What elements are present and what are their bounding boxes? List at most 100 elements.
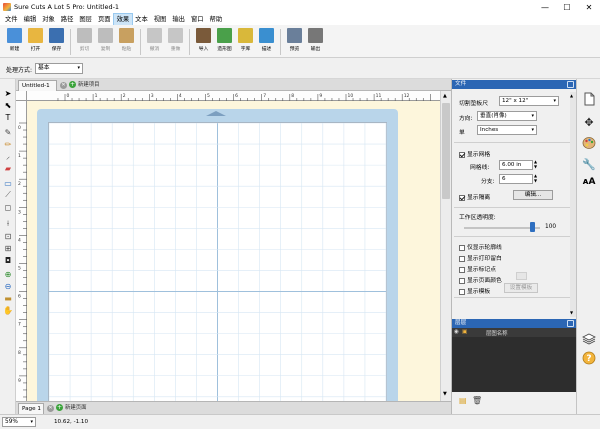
wrench-panel-icon[interactable]: 🔧 [582, 157, 596, 171]
layers-list[interactable] [452, 337, 576, 392]
menu-item[interactable]: 文件 [2, 14, 21, 25]
vertical-scrollbar[interactable]: ▲ ▼ [440, 91, 451, 401]
zoom-in-tool-icon[interactable]: ⊕ [3, 269, 13, 279]
edit-margin-button[interactable]: 编辑... [513, 190, 553, 200]
layers-panel-icon[interactable] [582, 332, 596, 346]
toolbar-button[interactable]: 重做 [165, 27, 186, 57]
ruler-label: 12 [404, 93, 410, 99]
minimize-button[interactable]: — [534, 0, 556, 14]
show-grid-checkbox[interactable]: 显示网格 [459, 149, 490, 158]
weld-tool-icon[interactable]: ⊡ [3, 231, 13, 241]
help-icon[interactable]: ? [582, 351, 596, 365]
scrollbar-thumb[interactable] [442, 103, 450, 199]
text-tool-icon[interactable]: T [3, 112, 13, 122]
delete-layer-icon[interactable]: 🗑 [472, 396, 482, 405]
menu-item[interactable]: 文本 [132, 14, 151, 25]
close-button[interactable]: ✕ [578, 0, 600, 14]
toolbar-button[interactable]: 预览 [284, 27, 305, 57]
move-panel-icon[interactable]: ✥ [582, 115, 596, 129]
measure-tool-icon[interactable]: ▬ [3, 293, 13, 303]
knife-tool-icon[interactable]: ⟋ [3, 190, 13, 200]
page-workspace[interactable] [48, 122, 387, 401]
display-option-checkbox[interactable]: 仅显示轮廓线 [459, 242, 502, 251]
display-option-checkbox[interactable]: 显示打印留白 [459, 253, 502, 262]
resize-tool-icon[interactable]: ⊞ [3, 243, 13, 253]
toolbar-button[interactable]: 打开 [25, 27, 46, 57]
divisions-field[interactable]: 6 [499, 174, 533, 184]
toolbar-button[interactable]: 造形图 [214, 27, 235, 57]
toolbar-button[interactable]: 剪切 [74, 27, 95, 57]
toolbar-button[interactable]: 导入 [193, 27, 214, 57]
menu-item[interactable]: 输出 [169, 14, 188, 25]
menu-item[interactable]: 对象 [39, 14, 58, 25]
new-page-tab[interactable]: + 新建页面 [56, 404, 87, 413]
menu-item[interactable]: 路径 [58, 14, 77, 25]
process-mode-select[interactable]: 基本 ▾ [35, 63, 83, 74]
menu-item[interactable]: 帮助 [207, 14, 226, 25]
node-edit-icon[interactable]: ⬉ [3, 100, 13, 110]
rectangle-tool-icon[interactable]: ▭ [3, 178, 13, 188]
menu-item[interactable]: 窗口 [188, 14, 207, 25]
canvas-area[interactable] [27, 101, 440, 401]
opacity-slider-thumb[interactable] [530, 222, 535, 232]
scroll-down-icon[interactable]: ▼ [443, 391, 447, 397]
scroll-up-icon[interactable]: ▲ [570, 93, 573, 98]
panel-menu-icon[interactable] [567, 81, 574, 88]
page-color-swatch[interactable] [516, 272, 527, 280]
toolbar-button[interactable]: 复制 [95, 27, 116, 57]
shadow-tool-icon[interactable]: ◘ [3, 255, 13, 265]
menu-item[interactable]: 编辑 [21, 14, 40, 25]
text-panel-icon[interactable]: ᴀA [582, 175, 596, 189]
close-tab-icon[interactable]: ✕ [60, 82, 67, 89]
tab-page-1[interactable]: Page 1 [18, 403, 44, 414]
scroll-up-icon[interactable]: ▲ [443, 93, 447, 99]
select-arrow-icon[interactable]: ➤ [3, 88, 13, 98]
eraser-tool-icon[interactable]: ▰ [3, 163, 13, 173]
pen-tool-icon[interactable]: ✎ [3, 127, 13, 137]
zoom-select[interactable]: 59% ▾ [2, 417, 36, 427]
menu-item[interactable]: 效果 [112, 13, 134, 26]
vertical-ruler[interactable]: 012345678910 [16, 101, 27, 401]
toolbar-button[interactable]: 输出 [305, 27, 326, 57]
grid-spacing-field[interactable]: 6.00 in [499, 160, 533, 170]
orientation-select[interactable]: 垂直(肖像) ▾ [477, 111, 537, 121]
units-select[interactable]: Inches ▾ [477, 125, 537, 135]
tab-untitled-1[interactable]: Untitled-1 [18, 80, 57, 91]
horizontal-ruler[interactable]: 0 1 2 3 4 5 6 7 8 9 10 11 12 [27, 91, 440, 101]
panel-menu-icon[interactable] [567, 320, 574, 327]
crop-tool-icon[interactable]: ◻ [3, 202, 13, 212]
display-option-checkbox[interactable]: 显示页面颜色 [459, 275, 502, 284]
mat-size-select[interactable]: 12" x 12" ▾ [499, 96, 559, 106]
menu-item[interactable]: 页面 [95, 14, 114, 25]
toolbar-button[interactable]: 描述 [256, 27, 277, 57]
pencil-tool-icon[interactable]: ✏ [3, 139, 13, 149]
toolbar-button[interactable]: 新建 [4, 27, 25, 57]
toolbar-button[interactable]: 撤消 [144, 27, 165, 57]
zoom-out-tool-icon[interactable]: ⊖ [3, 281, 13, 291]
add-layer-icon[interactable]: ▤ [459, 396, 467, 405]
display-option-checkbox[interactable]: 显示模板 [459, 286, 490, 295]
opacity-slider-track[interactable] [464, 227, 540, 229]
maximize-button[interactable]: ☐ [556, 0, 578, 14]
close-page-icon[interactable]: ✕ [47, 405, 54, 412]
checkbox-icon [459, 244, 465, 251]
divisions-stepper[interactable]: ▲ ▼ [534, 173, 537, 183]
menu-item[interactable]: 图层 [76, 14, 95, 25]
display-option-checkbox[interactable]: 显示标记点 [459, 264, 496, 273]
new-project-tab[interactable]: + 新建项目 [69, 81, 100, 90]
toolbar-button[interactable]: 字库 [235, 27, 256, 57]
toolbar-button[interactable]: 保存 [46, 27, 67, 57]
toolbar-button[interactable]: 粘贴 [116, 27, 137, 57]
eyedropper-tool-icon[interactable]: ⟊ [3, 219, 13, 229]
color-palette-icon[interactable] [582, 136, 596, 150]
set-template-button[interactable]: 设置模板 [504, 283, 538, 293]
scroll-down-icon[interactable]: ▼ [570, 310, 573, 315]
show-margin-checkbox[interactable]: 显示隔离 [459, 192, 490, 201]
hand-pan-tool-icon[interactable]: ✋ [3, 305, 13, 315]
document-panel-icon[interactable] [582, 92, 596, 106]
ruler-label: 5 [18, 266, 21, 272]
toolbar-separator [70, 29, 71, 55]
menu-item[interactable]: 视图 [151, 14, 170, 25]
grid-spacing-stepper[interactable]: ▲ ▼ [534, 159, 537, 169]
brush-tool-icon[interactable]: ⸝ [3, 151, 13, 161]
